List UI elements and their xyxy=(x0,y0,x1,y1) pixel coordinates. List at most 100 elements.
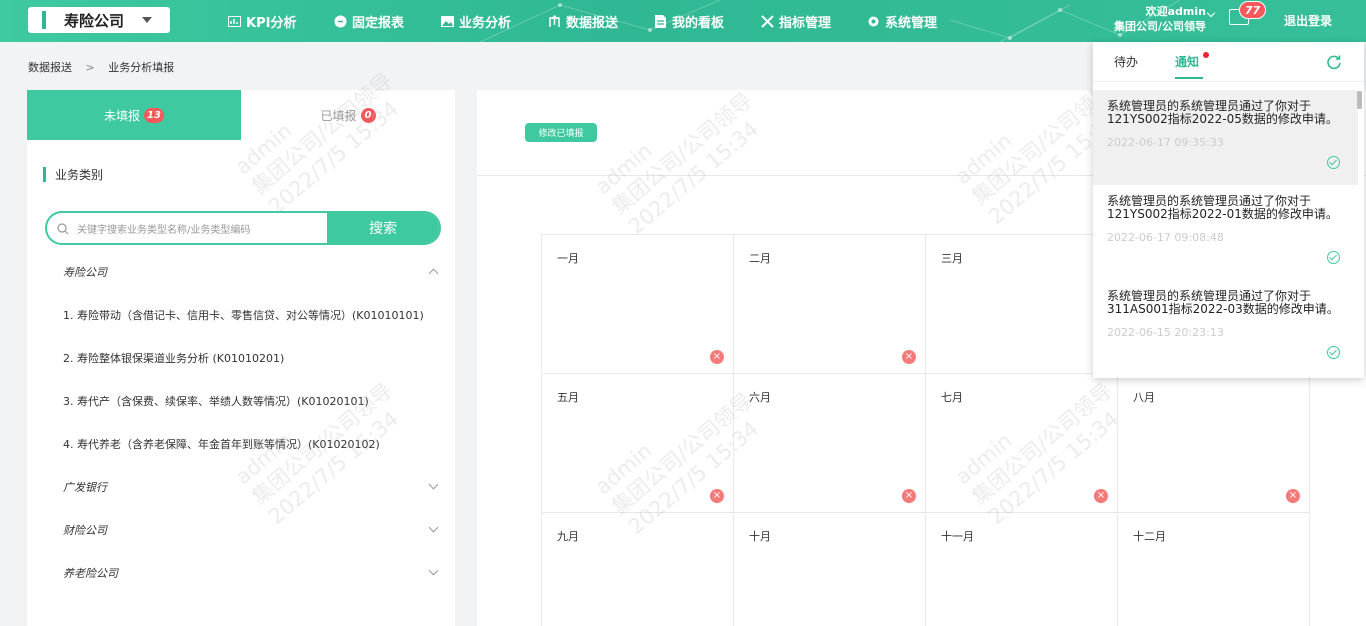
logout-button[interactable]: 退出登录 xyxy=(1284,12,1332,29)
welcome-text: 欢迎admin xyxy=(1145,5,1206,18)
group-gf-bank[interactable]: 广发银行 xyxy=(63,465,443,508)
nav-my-board[interactable]: 我的看板 xyxy=(654,0,724,42)
notification-item[interactable]: 系统管理员的系统管理员通过了你对于121YS002指标2022-01数据的修改申… xyxy=(1093,185,1358,280)
search-box: 关键字搜索业务类型名称/业务类型编码 搜索 xyxy=(45,211,441,245)
list-item[interactable]: 3. 寿代产（含保费、续保率、举绩人数等情况）(K01020101) xyxy=(63,379,443,422)
company-select[interactable]: 寿险公司 xyxy=(28,7,170,33)
month-cell-feb[interactable]: 二月 × xyxy=(734,235,926,374)
chevron-down-icon xyxy=(428,565,439,576)
notification-item[interactable]: 系统管理员的系统管理员通过了你对于311AS001指标2022-03数据的修改申… xyxy=(1093,280,1358,375)
search-icon xyxy=(57,223,69,235)
month-cell-aug[interactable]: 八月 × xyxy=(1118,374,1310,513)
notification-time: 2022-06-15 20:23:13 xyxy=(1107,326,1224,339)
tab-filled-label: 已填报 xyxy=(320,108,357,123)
close-icon: × xyxy=(710,489,724,503)
section-accent-bar xyxy=(43,167,46,182)
unread-dot xyxy=(1203,52,1209,58)
user-org: 集团公司/公司领导 xyxy=(1113,20,1206,33)
upload-icon xyxy=(548,14,561,28)
nav-indicator-management-label: 指标管理 xyxy=(779,15,832,31)
tab-notice[interactable]: 通知 xyxy=(1175,53,1204,79)
image-icon xyxy=(441,15,454,28)
notification-time: 2022-06-17 09:35:33 xyxy=(1107,136,1224,149)
notification-tabs: 待办 通知 xyxy=(1093,42,1364,82)
nav-kpi-label: KPI分析 xyxy=(246,15,297,31)
nav-kpi[interactable]: KPI分析 xyxy=(228,0,296,42)
list-item[interactable]: 4. 寿代养老（含养老保障、年金首年到账等情况）(K01020102) xyxy=(63,422,443,465)
check-circle-icon xyxy=(1327,346,1340,359)
notification-dropdown: 待办 通知 系统管理员的系统管理员通过了你对于121YS002指标2022-05… xyxy=(1093,42,1364,378)
group-name: 财险公司 xyxy=(63,523,107,537)
month-cell-jan[interactable]: 一月 × xyxy=(542,235,734,374)
tab-unfilled[interactable]: 未填报 13 xyxy=(27,90,241,140)
category-tree: 寿险公司 1. 寿险带动（含借记卡、信用卡、零售信贷、对公等情况）(K01010… xyxy=(63,250,443,594)
user-menu[interactable]: 欢迎admin 集团公司/公司领导 xyxy=(1096,4,1216,34)
nav-system-management-label: 系统管理 xyxy=(885,15,938,31)
refresh-icon[interactable] xyxy=(1326,54,1342,70)
month-cell-oct[interactable]: 十月 xyxy=(734,513,926,626)
business-category-panel: 未填报 13 已填报 0 业务类别 关键字搜索业务类型名称/业务类型编码 搜索 … xyxy=(27,90,455,626)
check-circle-icon xyxy=(1327,156,1340,169)
month-label: 一月 xyxy=(557,252,579,265)
close-icon: × xyxy=(902,489,916,503)
list-item[interactable]: 2. 寿险整体银保渠道业务分析 (K01010201) xyxy=(63,336,443,379)
group-name: 寿险公司 xyxy=(63,265,107,279)
section-title: 业务类别 xyxy=(43,166,103,183)
month-cell-jul[interactable]: 七月 × xyxy=(926,374,1118,513)
section-title-text: 业务类别 xyxy=(55,168,104,182)
scrollbar[interactable] xyxy=(1357,91,1362,109)
search-placeholder: 关键字搜索业务类型名称/业务类型编码 xyxy=(77,224,251,236)
check-circle-icon xyxy=(1327,251,1340,264)
caret-down-icon xyxy=(142,17,152,23)
fill-status-tabs: 未填报 13 已填报 0 xyxy=(27,90,455,140)
notification-text: 系统管理员的系统管理员通过了你对于121YS002指标2022-05数据的修改申… xyxy=(1107,99,1338,126)
top-navigation-bar: 寿险公司 KPI分析 固定报表 业务分析 数据报送 我的看板 指标管理 系统管理… xyxy=(0,0,1366,42)
month-cell-mar[interactable]: 三月× xyxy=(926,235,1118,374)
report-icon xyxy=(334,15,347,28)
chevron-down-icon xyxy=(428,479,439,490)
month-cell-nov[interactable]: 十一月 xyxy=(926,513,1118,626)
search-button[interactable]: 搜索 xyxy=(327,213,439,243)
breadcrumb-parent[interactable]: 数据报送 xyxy=(28,61,72,74)
modify-filled-button[interactable]: 修改已填报 xyxy=(525,123,597,142)
nav-fixed-report-label: 固定报表 xyxy=(352,15,405,31)
group-property-insurance[interactable]: 财险公司 xyxy=(63,508,443,551)
breadcrumb-current: 业务分析填报 xyxy=(108,61,175,74)
month-cell-jun[interactable]: 六月 × xyxy=(734,374,926,513)
month-cell-dec[interactable]: 十二月 xyxy=(1118,513,1310,626)
nav-business-analysis[interactable]: 业务分析 xyxy=(441,0,511,42)
notification-time: 2022-06-17 09:08:48 xyxy=(1107,231,1224,244)
group-life-insurance[interactable]: 寿险公司 xyxy=(63,250,443,293)
tab-filled[interactable]: 已填报 0 xyxy=(241,90,455,140)
month-label: 八月 xyxy=(1133,391,1155,404)
close-icon: × xyxy=(902,350,916,364)
month-label: 二月 xyxy=(749,252,771,265)
close-icon: × xyxy=(1286,489,1300,503)
month-label: 十二月 xyxy=(1133,530,1166,543)
notification-item[interactable]: 系统管理员的系统管理员通过了你对于121YS002指标2022-05数据的修改申… xyxy=(1093,90,1358,185)
month-label: 七月 xyxy=(941,391,963,404)
select-accent-bar xyxy=(42,11,46,29)
nav-data-submit[interactable]: 数据报送 xyxy=(548,0,618,42)
month-label: 十月 xyxy=(749,530,771,543)
tab-todo[interactable]: 待办 xyxy=(1114,53,1138,70)
tools-icon xyxy=(761,14,774,28)
unfilled-count-badge: 13 xyxy=(144,107,164,123)
list-item[interactable]: 1. 寿险带动（含借记卡、信用卡、零售信贷、对公等情况）(K01010101) xyxy=(63,293,443,336)
nav-data-submit-label: 数据报送 xyxy=(566,15,619,31)
month-cell-sep[interactable]: 九月 xyxy=(542,513,734,626)
search-input[interactable]: 关键字搜索业务类型名称/业务类型编码 xyxy=(47,213,327,243)
gear-icon xyxy=(867,15,880,28)
month-label: 六月 xyxy=(749,391,771,404)
company-select-value: 寿险公司 xyxy=(64,11,125,30)
chart-icon xyxy=(228,15,241,28)
nav-system-management[interactable]: 系统管理 xyxy=(867,0,937,42)
group-pension-insurance[interactable]: 养老险公司 xyxy=(63,551,443,594)
close-icon: × xyxy=(710,350,724,364)
month-label: 五月 xyxy=(557,391,579,404)
nav-fixed-report[interactable]: 固定报表 xyxy=(334,0,404,42)
nav-indicator-management[interactable]: 指标管理 xyxy=(761,0,831,42)
month-cell-may[interactable]: 五月 × xyxy=(542,374,734,513)
breadcrumb-separator: > xyxy=(85,61,95,74)
month-label: 三月 xyxy=(941,252,963,265)
